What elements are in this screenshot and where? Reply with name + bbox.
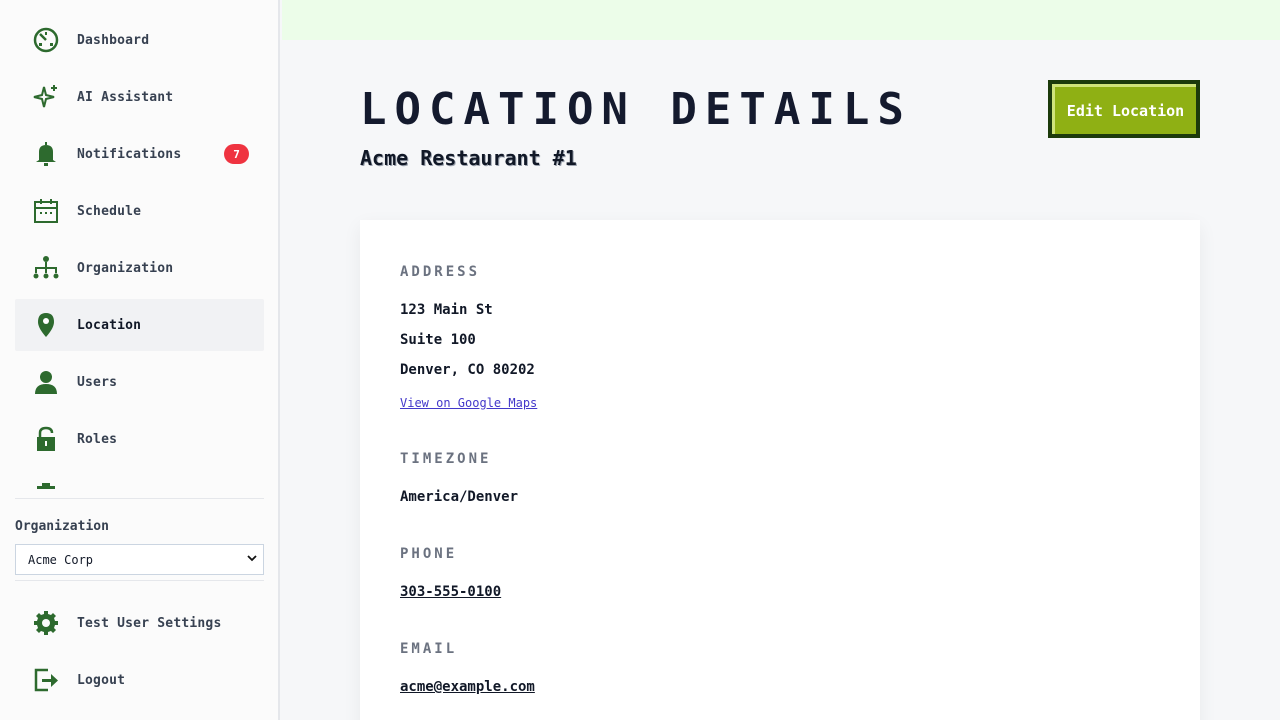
- logout-icon: [31, 665, 61, 695]
- sidebar-item-label: Organization: [77, 260, 174, 276]
- phone-label: PHONE: [400, 546, 458, 562]
- sidebar-nav: Dashboard AI Assistant Notifications 7 S…: [15, 14, 264, 492]
- email-label: EMAIL: [400, 641, 458, 657]
- edit-location-label: Edit Location: [1052, 84, 1196, 134]
- notification-count-badge: 7: [224, 144, 249, 164]
- partial-icon: [31, 481, 61, 492]
- sidebar-item-users[interactable]: Users: [15, 356, 264, 408]
- top-bar: [282, 0, 1280, 40]
- org-chart-icon: [31, 253, 61, 283]
- page-title: LOCATION DETAILS: [360, 84, 912, 135]
- map-pin-icon: [31, 310, 61, 340]
- address-line-1: 123 Main St: [400, 302, 493, 318]
- location-details-card: ADDRESS 123 Main St Suite 100 Denver, CO…: [360, 220, 1200, 720]
- sidebar-item-schedule[interactable]: Schedule: [15, 185, 264, 237]
- sidebar-item-label: AI Assistant: [77, 89, 174, 105]
- logout-button[interactable]: Logout: [15, 654, 264, 706]
- organization-label: Organization: [15, 519, 109, 534]
- address-label: ADDRESS: [400, 264, 481, 280]
- sidebar-item-location[interactable]: Location: [15, 299, 264, 351]
- lock-icon: [31, 424, 61, 454]
- sidebar-item-label: Notifications: [77, 146, 182, 162]
- sidebar-item-roles[interactable]: Roles: [15, 413, 264, 465]
- dashboard-icon: [31, 25, 61, 55]
- calendar-icon: [31, 196, 61, 226]
- sidebar-item-label: Users: [77, 374, 118, 390]
- address-line-3: Denver, CO 80202: [400, 362, 535, 378]
- organization-select[interactable]: Acme Corp: [15, 544, 264, 575]
- sidebar: Dashboard AI Assistant Notifications 7 S…: [0, 0, 280, 720]
- sidebar-item-notifications[interactable]: Notifications 7: [15, 128, 264, 180]
- sidebar-item-label: Roles: [77, 431, 118, 447]
- sidebar-item-organization[interactable]: Organization: [15, 242, 264, 294]
- bottom-item-label: Test User Settings: [77, 615, 222, 631]
- sidebar-divider: [15, 498, 264, 499]
- sparkle-icon: [31, 82, 61, 112]
- timezone-label: TIMEZONE: [400, 451, 492, 467]
- phone-link[interactable]: 303-555-0100: [400, 584, 501, 600]
- location-name: Acme Restaurant #1: [360, 146, 577, 170]
- sidebar-item-label: Schedule: [77, 203, 142, 219]
- bell-icon: [31, 139, 61, 169]
- sidebar-item-label: Location: [77, 317, 142, 333]
- user-icon: [31, 367, 61, 397]
- sidebar-item-dashboard[interactable]: Dashboard: [15, 14, 264, 66]
- sidebar-item-partial[interactable]: [15, 470, 264, 492]
- bottom-item-label: Logout: [77, 672, 126, 688]
- chevron-down-icon: [247, 555, 257, 562]
- test-user-settings-button[interactable]: Test User Settings: [15, 597, 264, 649]
- google-maps-link[interactable]: View on Google Maps: [400, 396, 537, 410]
- edit-location-button[interactable]: Edit Location: [1048, 80, 1200, 138]
- sidebar-item-label: Dashboard: [77, 32, 150, 48]
- address-line-2: Suite 100: [400, 332, 476, 348]
- sidebar-divider: [15, 580, 264, 581]
- email-link[interactable]: acme@example.com: [400, 679, 535, 695]
- sidebar-item-ai-assistant[interactable]: AI Assistant: [15, 71, 264, 123]
- gear-icon: [31, 608, 61, 638]
- organization-select-value: Acme Corp: [28, 552, 94, 567]
- timezone-value: America/Denver: [400, 489, 519, 505]
